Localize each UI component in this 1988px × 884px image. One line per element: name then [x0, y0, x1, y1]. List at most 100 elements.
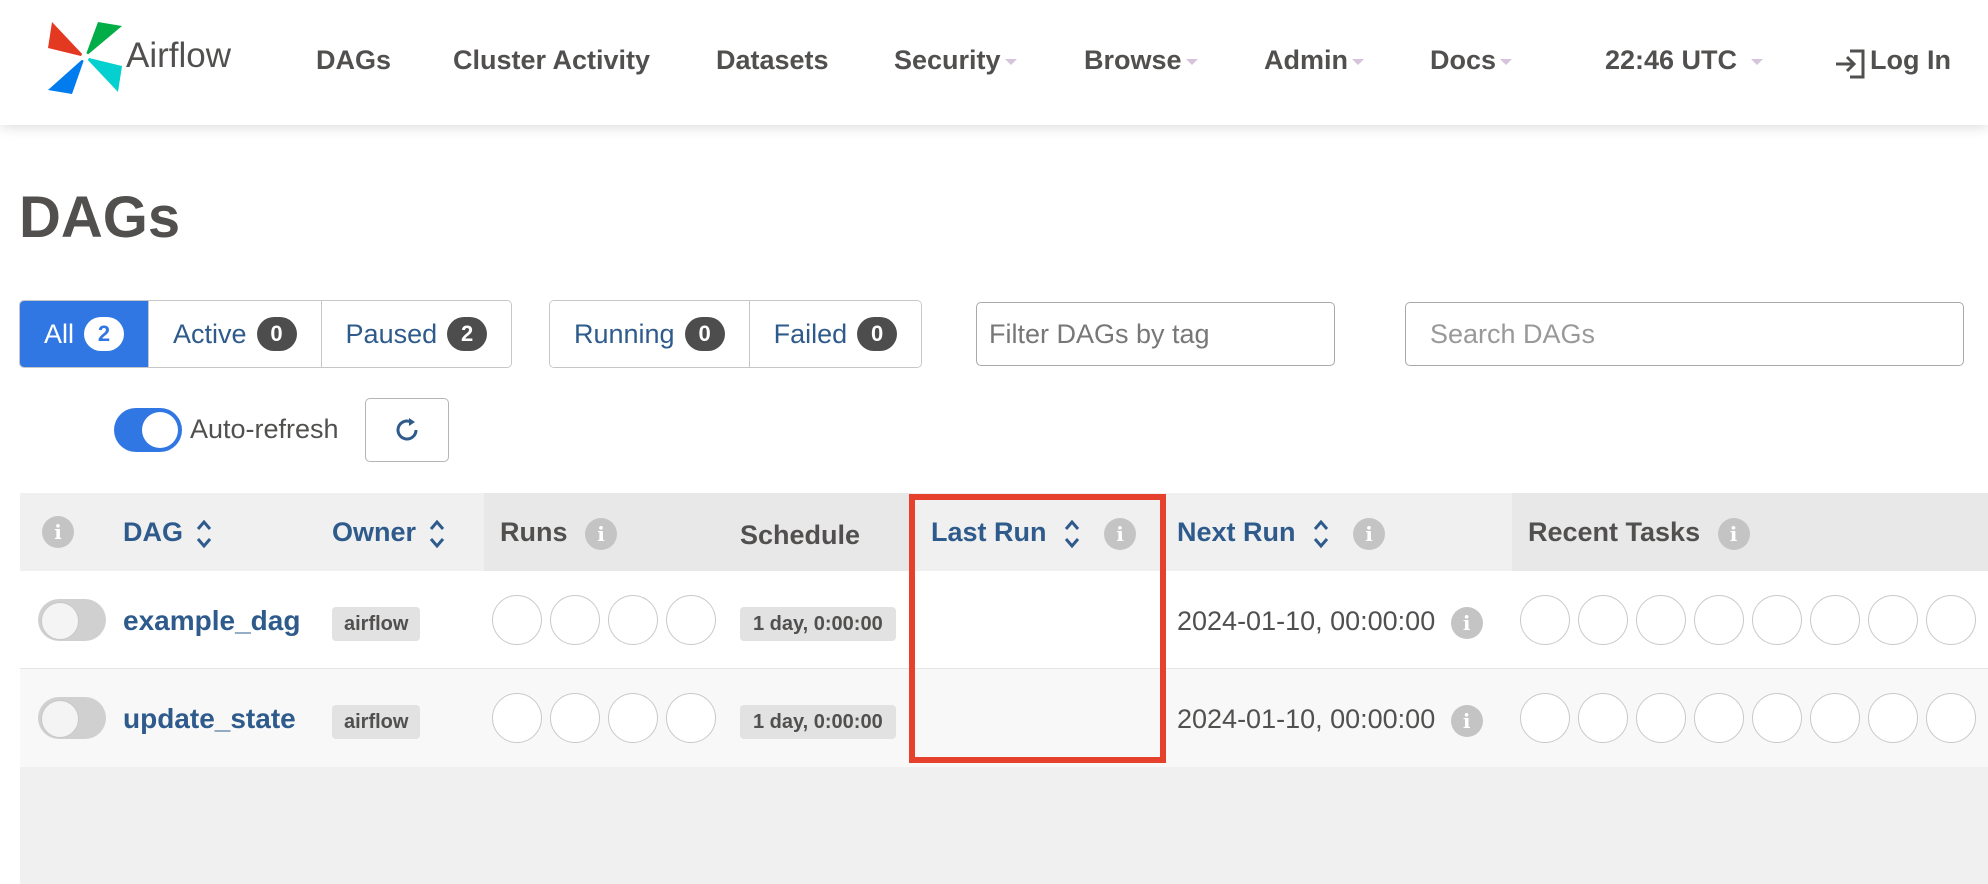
page-title: DAGs	[19, 185, 181, 250]
header-info: i	[42, 515, 74, 548]
timezone-menu[interactable]: 22:46 UTC	[1605, 45, 1764, 76]
nav-browse-label: Browse	[1084, 45, 1182, 75]
caret-down-icon	[1185, 58, 1198, 65]
run-status-circle[interactable]	[550, 595, 600, 645]
nav-admin-label: Admin	[1264, 45, 1348, 75]
navbar: Airflow DAGs Cluster Activity Datasets S…	[0, 0, 1988, 125]
filter-failed-button[interactable]: Failed 0	[749, 301, 922, 367]
caret-down-icon	[1004, 58, 1017, 65]
header-owner[interactable]: Owner	[332, 517, 446, 551]
task-status-circle[interactable]	[1578, 595, 1628, 645]
next-run-label: 2024-01-10, 00:00:00	[1177, 606, 1436, 636]
auto-refresh-label: Auto-refresh	[190, 414, 339, 444]
header-recent-tasks-label: Recent Tasks	[1528, 517, 1701, 547]
dag-pause-toggle[interactable]	[38, 697, 106, 739]
run-status-circle[interactable]	[550, 693, 600, 743]
task-status-circle[interactable]	[1926, 693, 1976, 743]
filter-active-button[interactable]: Active 0	[149, 301, 322, 367]
owner-badge[interactable]: airflow	[332, 705, 421, 739]
info-icon[interactable]: i	[1353, 518, 1386, 550]
task-status-circle[interactable]	[1810, 595, 1860, 645]
task-status-circle[interactable]	[1636, 693, 1686, 743]
nav-docs-label: Docs	[1430, 45, 1497, 75]
header-next-run[interactable]: Next Run i	[1177, 517, 1386, 551]
filter-running-label: Running	[574, 318, 675, 349]
run-status-circle[interactable]	[608, 595, 658, 645]
search-input[interactable]	[1405, 302, 1964, 366]
task-status-circle[interactable]	[1694, 595, 1744, 645]
run-status-circle[interactable]	[492, 693, 542, 743]
filter-active-count: 0	[256, 317, 297, 351]
nav-datasets-label: Datasets	[716, 45, 829, 75]
header-dag[interactable]: DAG	[123, 517, 213, 551]
auto-refresh-toggle[interactable]	[114, 408, 182, 452]
nav-dags-label: DAGs	[316, 45, 392, 75]
header-schedule-label: Schedule	[740, 520, 861, 550]
info-icon[interactable]: i	[585, 517, 618, 550]
timezone-label: 22:46 UTC	[1605, 45, 1738, 75]
run-status-circle[interactable]	[608, 693, 658, 743]
filter-failed-count: 0	[857, 317, 898, 351]
filter-running-count: 0	[684, 317, 725, 351]
refresh-button[interactable]	[365, 398, 449, 462]
filter-paused-button[interactable]: Paused 2	[321, 301, 512, 367]
nav-browse[interactable]: Browse	[1084, 45, 1198, 76]
tag-filter-input[interactable]	[976, 302, 1335, 366]
run-status-circle[interactable]	[666, 595, 716, 645]
filter-running-button[interactable]: Running 0	[550, 301, 750, 367]
filter-all-label: All	[44, 318, 75, 349]
task-status-circle[interactable]	[1520, 693, 1570, 743]
filter-all-button[interactable]: All 2	[20, 301, 150, 367]
sort-icon	[429, 519, 445, 549]
task-status-circle[interactable]	[1520, 595, 1570, 645]
run-status-circle[interactable]	[492, 595, 542, 645]
filter-paused-count: 2	[447, 317, 488, 351]
task-status-circle[interactable]	[1868, 595, 1918, 645]
run-state-filter-group: Running 0 Failed 0	[549, 300, 923, 368]
login-icon[interactable]	[1833, 47, 1867, 81]
filter-all-count: 2	[84, 317, 125, 351]
schedule-badge[interactable]: 1 day, 0:00:00	[740, 705, 896, 739]
task-status-circle[interactable]	[1694, 693, 1744, 743]
nav-cluster-activity[interactable]: Cluster Activity	[453, 45, 650, 76]
header-dag-label: DAG	[123, 517, 183, 548]
dag-pause-toggle[interactable]	[38, 599, 106, 641]
caret-down-icon	[1500, 58, 1513, 65]
owner-badge[interactable]: airflow	[332, 607, 421, 641]
caret-down-icon	[1751, 58, 1764, 65]
airflow-logo-icon[interactable]	[46, 20, 124, 94]
sort-icon	[196, 519, 212, 549]
nav-dags[interactable]: DAGs	[316, 45, 391, 76]
task-status-circle[interactable]	[1752, 693, 1802, 743]
task-status-circle[interactable]	[1926, 595, 1976, 645]
task-status-circle[interactable]	[1578, 693, 1628, 743]
dag-name-link[interactable]: example_dag	[123, 605, 300, 637]
task-status-circle[interactable]	[1752, 595, 1802, 645]
caret-down-icon	[1352, 58, 1364, 65]
info-icon[interactable]: i	[42, 515, 74, 548]
nav-admin[interactable]: Admin	[1264, 45, 1364, 76]
header-next-run-label: Next Run	[1177, 517, 1296, 548]
header-owner-label: Owner	[332, 517, 417, 548]
nav-docs[interactable]: Docs	[1430, 45, 1513, 76]
schedule-badge[interactable]: 1 day, 0:00:00	[740, 607, 896, 641]
info-icon[interactable]: i	[1717, 517, 1750, 550]
refresh-icon	[396, 418, 418, 441]
nav-security[interactable]: Security	[894, 45, 1017, 76]
login-link[interactable]: Log In	[1870, 45, 1951, 76]
dag-name-link[interactable]: update_state	[123, 703, 296, 735]
header-runs: Runs i	[500, 517, 618, 550]
nav-datasets[interactable]: Datasets	[716, 45, 829, 76]
nav-security-label: Security	[894, 45, 1001, 75]
task-status-circle[interactable]	[1636, 595, 1686, 645]
info-icon[interactable]: i	[1450, 606, 1483, 639]
task-status-circle[interactable]	[1810, 693, 1860, 743]
filter-failed-label: Failed	[773, 318, 848, 349]
filter-paused-label: Paused	[345, 318, 438, 349]
last-run-column-highlight	[909, 494, 1166, 763]
nav-cluster-activity-label: Cluster Activity	[453, 45, 651, 75]
info-icon[interactable]: i	[1450, 704, 1483, 737]
brand-name[interactable]: Airflow	[126, 36, 231, 76]
run-status-circle[interactable]	[666, 693, 716, 743]
task-status-circle[interactable]	[1868, 693, 1918, 743]
